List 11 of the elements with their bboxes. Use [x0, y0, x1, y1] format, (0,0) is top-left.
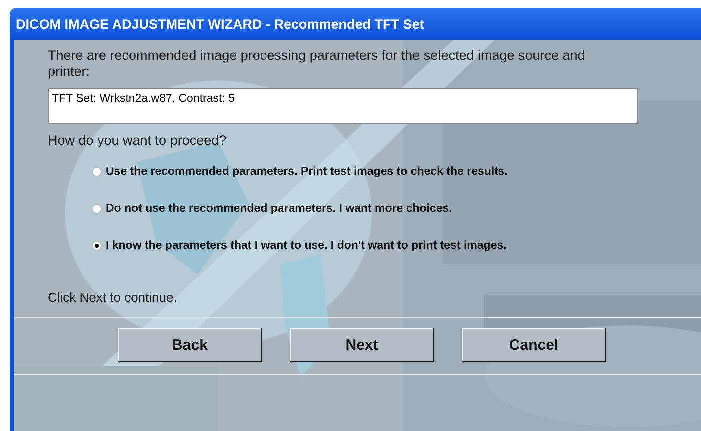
wizard-button[interactable]: Cancel	[462, 328, 606, 362]
question-text: How do you want to proceed?	[48, 133, 228, 148]
option-label[interactable]: Use the recommended parameters. Print test images to check the results.	[106, 166, 508, 178]
wizard-button[interactable]: Back	[118, 328, 262, 362]
intro-text: There are recommended image processing parameters for the selected image source and printer:	[48, 48, 586, 80]
window-title: DICOM IMAGE ADJUSTMENT WIZARD - Recommended TFT Set	[16, 16, 424, 32]
option-label[interactable]: Do not use the recommended parameters. I want more choices.	[106, 203, 452, 215]
recommendation-field[interactable]: TFT Set: Wrkstn2a.w87, Contrast: 5	[48, 88, 638, 124]
hint-text: Click Next to continue.	[48, 290, 178, 305]
option-label[interactable]: I know the parameters that I want to use. I don't want to print test images.	[106, 240, 507, 252]
wizard-button[interactable]: Next	[290, 328, 434, 362]
